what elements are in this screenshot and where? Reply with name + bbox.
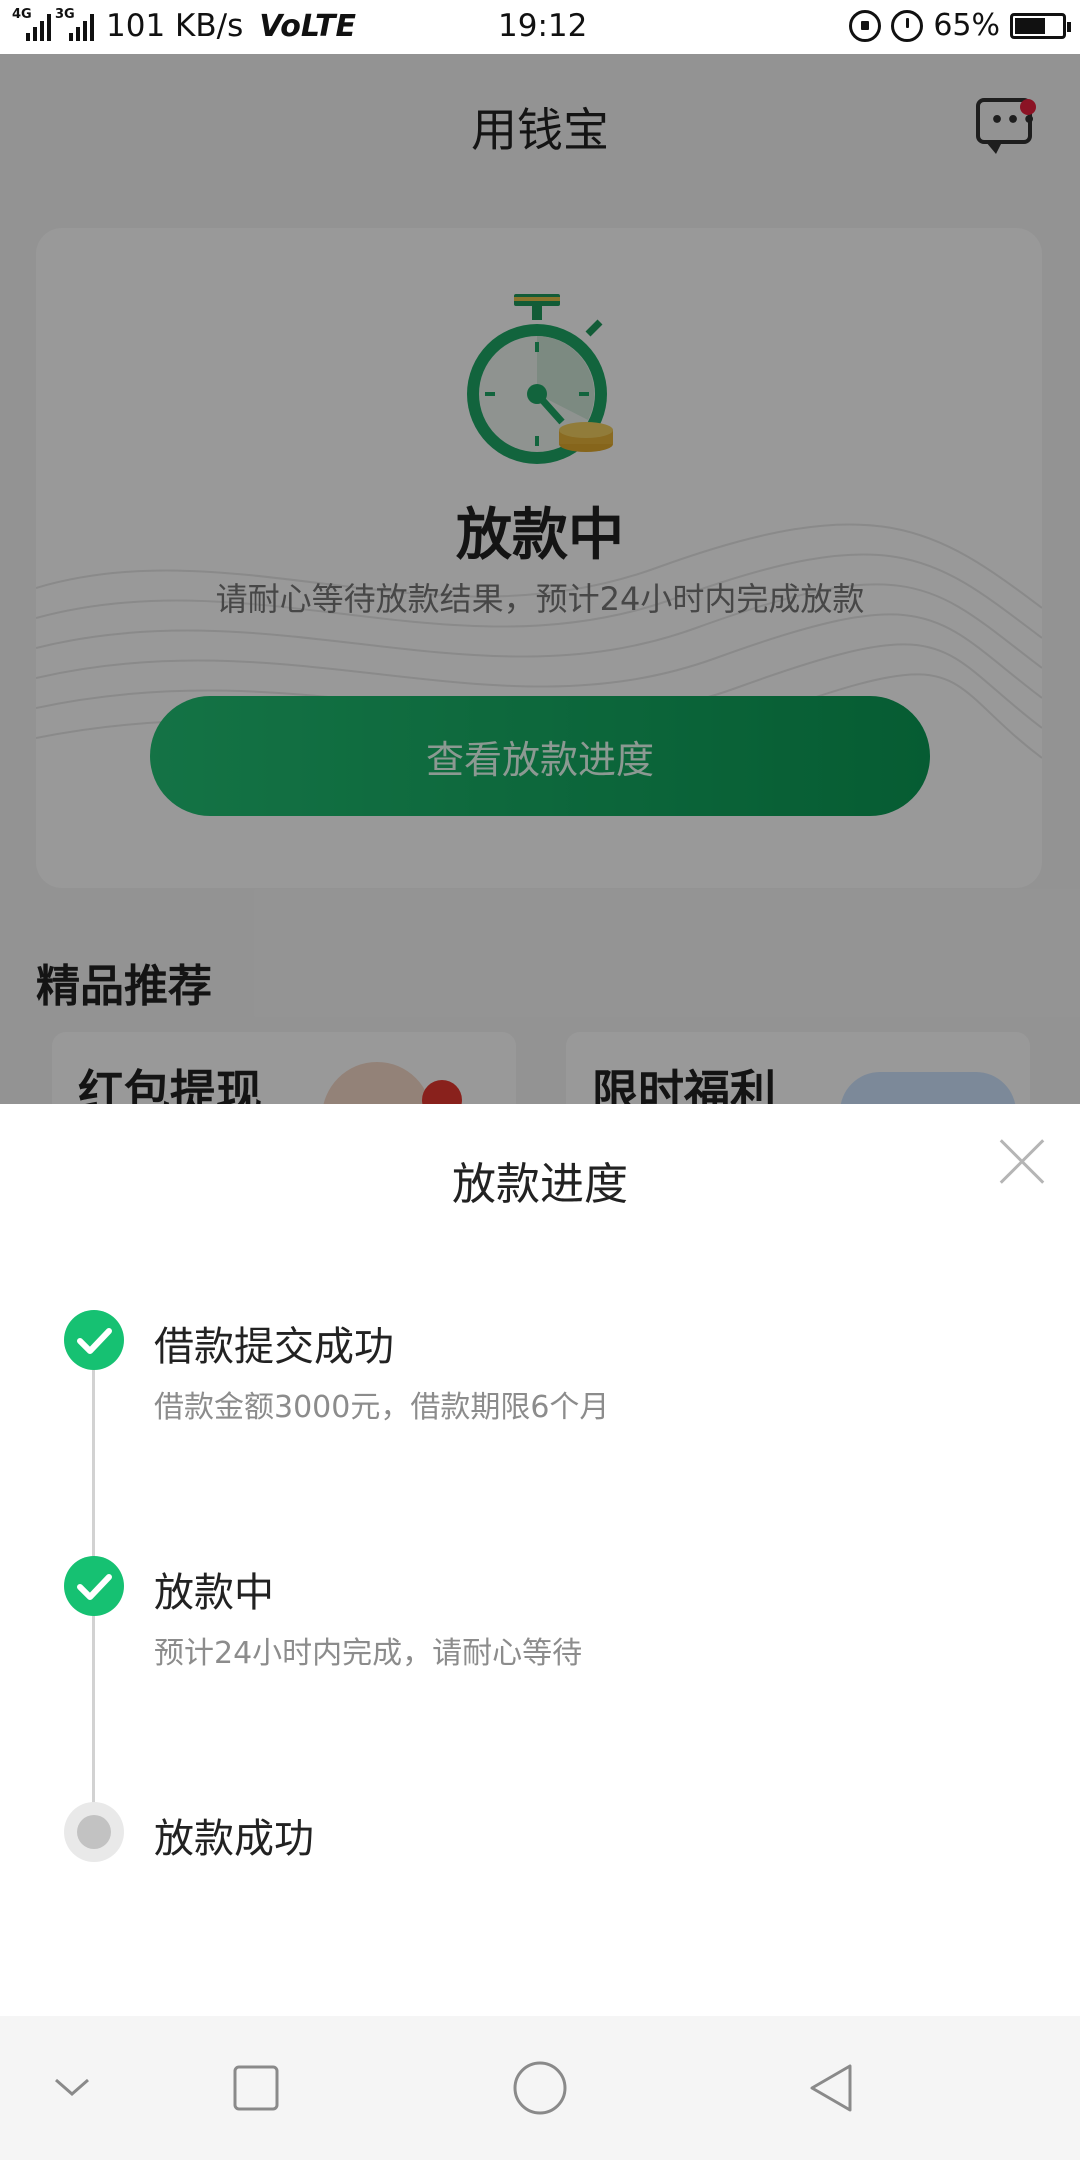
volte-indicator: VoLTE [259,8,356,44]
step-description: 预计24小时内完成，请耐心等待 [154,1636,583,1671]
network-type-2: 3G [55,7,75,22]
step-title: 借款提交成功 [154,1324,394,1370]
sheet-title: 放款进度 [452,1159,628,1210]
close-icon[interactable] [998,1138,1046,1186]
rotation-lock-icon [849,9,882,42]
modal-overlay[interactable] [0,54,1080,1104]
network-type-1: 4G [12,7,32,22]
step-title: 放款成功 [154,1816,314,1862]
battery-percent: 65% [933,8,1000,43]
circle-icon[interactable] [512,2060,568,2116]
signal-icon-2: 3G [55,7,94,41]
network-speed: 101 KB/s [106,8,244,44]
progress-sheet: 放款进度 借款提交成功 借款金额3000元，借款期限6个月 放款中 预计24小时… [0,1104,1080,2016]
system-navigation-bar [0,2016,1080,2160]
pending-dot-icon [64,1802,124,1862]
square-icon[interactable] [232,2064,280,2112]
clock: 19:12 [498,8,588,44]
alarm-icon [891,9,924,42]
step-description: 借款金额3000元，借款期限6个月 [154,1390,610,1425]
signal-icon-1: 4G [12,7,51,41]
triangle-back-icon[interactable] [806,2062,856,2114]
status-bar: 4G 3G 101 KB/s VoLTE 19:12 65% [0,0,1080,54]
step-title: 放款中 [154,1570,274,1616]
check-icon [64,1310,124,1370]
check-icon [64,1556,124,1616]
chevron-down-icon[interactable] [52,2068,92,2108]
battery-icon [1010,12,1071,39]
